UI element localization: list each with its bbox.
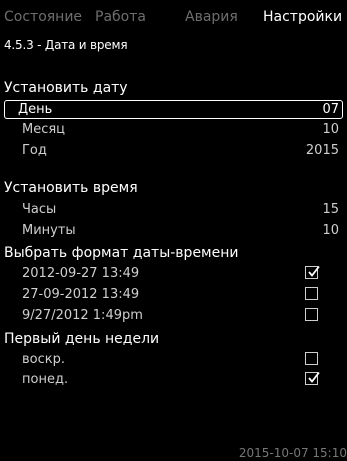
first-day-option[interactable]: воскр.	[4, 350, 343, 369]
month-row[interactable]: Месяц 10	[4, 120, 343, 139]
status-datetime: 2015-10-07 15:10	[238, 446, 347, 460]
format-option-label: 27-09-2012 13:49	[22, 287, 140, 302]
hours-row[interactable]: Часы 15	[4, 200, 343, 219]
first-day-option-label: понед.	[22, 372, 69, 387]
minutes-label: Минуты	[22, 223, 76, 238]
format-option-label: 9/27/2012 1:49pm	[22, 308, 143, 323]
checkmark-icon	[308, 371, 320, 383]
tab-status[interactable]: Состояние	[4, 9, 82, 25]
tab-bar: Состояние Работа Авария Настройки	[0, 0, 347, 34]
checkbox[interactable]	[305, 287, 318, 300]
year-value: 2015	[305, 143, 339, 158]
tab-settings[interactable]: Настройки	[263, 9, 342, 25]
first-day-option[interactable]: понед.	[4, 370, 343, 389]
tab-operation[interactable]: Работа	[95, 9, 146, 25]
minutes-row[interactable]: Минуты 10	[4, 221, 343, 240]
month-value: 10	[322, 122, 339, 137]
checkbox[interactable]	[305, 371, 320, 385]
day-row[interactable]: День 07	[4, 100, 343, 119]
year-label: Год	[22, 143, 47, 158]
checkbox[interactable]	[305, 352, 318, 365]
breadcrumb: 4.5.3 - Дата и время	[4, 38, 128, 52]
format-option[interactable]: 2012-09-27 13:49	[4, 264, 343, 283]
year-row[interactable]: Год 2015	[4, 141, 343, 160]
set-date-heading: Установить дату	[4, 80, 128, 96]
set-time-heading: Установить время	[4, 180, 138, 196]
checkmark-icon	[308, 265, 320, 277]
first-day-heading: Первый день недели	[4, 331, 160, 347]
format-option[interactable]: 27-09-2012 13:49	[4, 285, 343, 304]
minutes-value: 10	[322, 223, 339, 238]
format-heading: Выбрать формат даты-времени	[4, 245, 239, 261]
hours-value: 15	[322, 202, 339, 217]
month-label: Месяц	[22, 122, 66, 137]
checkbox[interactable]	[305, 308, 318, 321]
day-label: День	[18, 102, 53, 117]
day-value: 07	[322, 102, 339, 117]
tab-alarm[interactable]: Авария	[185, 9, 238, 25]
first-day-option-label: воскр.	[22, 352, 65, 367]
checkbox[interactable]	[305, 265, 320, 279]
format-option-label: 2012-09-27 13:49	[22, 266, 140, 281]
format-option[interactable]: 9/27/2012 1:49pm	[4, 306, 343, 325]
hours-label: Часы	[22, 202, 57, 217]
